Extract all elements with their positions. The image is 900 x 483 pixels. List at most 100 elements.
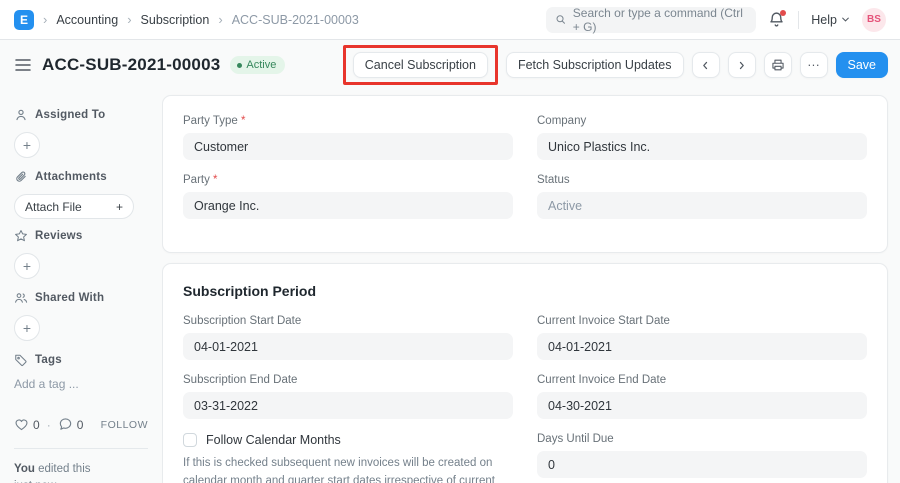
- annotation-highlight-box: Cancel Subscription: [343, 45, 498, 85]
- plus-icon: +: [23, 258, 31, 274]
- party-type-field: Party Type * Customer: [183, 115, 513, 160]
- company-label: Company: [537, 115, 867, 127]
- divider: [14, 448, 148, 449]
- assigned-to-section: Assigned To: [14, 108, 148, 122]
- plus-icon: +: [23, 320, 31, 336]
- search-placeholder: Search or type a command (Ctrl + G): [573, 6, 747, 34]
- status-field: Status Active: [537, 174, 867, 219]
- chevron-right-icon: [736, 60, 747, 71]
- details-card: Party Type * Customer Party * Orange Inc…: [162, 95, 888, 253]
- breadcrumb-accounting[interactable]: Accounting: [56, 13, 118, 27]
- help-menu[interactable]: Help: [811, 13, 850, 27]
- current-invoice-end-date-field: Current Invoice End Date 04-30-2021: [537, 374, 867, 419]
- attach-file-button[interactable]: Attach File +: [14, 194, 134, 219]
- chevron-right-icon: ›: [218, 12, 222, 27]
- social-row: 0 · 0 FOLLOW: [14, 417, 148, 432]
- party-type-label: Party Type *: [183, 115, 513, 127]
- follow-button[interactable]: FOLLOW: [101, 419, 148, 431]
- notifications-bell-icon[interactable]: [768, 11, 786, 29]
- current-invoice-start-date-field: Current Invoice Start Date 04-01-2021: [537, 315, 867, 360]
- status-input: Active: [537, 192, 867, 219]
- company-field: Company Unico Plastics Inc.: [537, 115, 867, 160]
- add-tag-input[interactable]: Add a tag ...: [14, 377, 148, 391]
- save-button[interactable]: Save: [836, 52, 889, 78]
- tag-icon: [14, 353, 28, 367]
- activity-action: edited this: [38, 463, 90, 475]
- party-input[interactable]: Orange Inc.: [183, 192, 513, 219]
- status-label: Status: [537, 174, 867, 186]
- breadcrumb-current: ACC-SUB-2021-00003: [232, 13, 359, 27]
- cancel-subscription-button[interactable]: Cancel Subscription: [353, 52, 488, 78]
- subscription-start-date-field: Subscription Start Date 04-01-2021: [183, 315, 513, 360]
- subscription-end-date-label: Subscription End Date: [183, 374, 513, 386]
- attach-file-label: Attach File: [25, 200, 82, 214]
- required-asterisk: *: [213, 174, 217, 186]
- page-head: ACC-SUB-2021-00003 Active Cancel Subscri…: [0, 40, 900, 90]
- print-button[interactable]: [764, 52, 792, 78]
- subscription-end-date-field: Subscription End Date 03-31-2022: [183, 374, 513, 419]
- section-title: Subscription Period: [183, 283, 867, 299]
- checkbox-icon: [183, 433, 197, 447]
- chevron-right-icon: ›: [43, 12, 47, 27]
- chevron-left-icon: [700, 60, 711, 71]
- dot-separator: ·: [47, 418, 51, 432]
- current-invoice-start-date-label: Current Invoice Start Date: [537, 315, 867, 327]
- navbar-right: Search or type a command (Ctrl + G) Help…: [546, 7, 886, 33]
- next-document-button[interactable]: [728, 52, 756, 78]
- subscription-end-date-input[interactable]: 03-31-2022: [183, 392, 513, 419]
- days-until-due-input[interactable]: 0: [537, 451, 867, 478]
- fetch-subscription-updates-button[interactable]: Fetch Subscription Updates: [506, 52, 684, 78]
- follow-calendar-months-checkbox[interactable]: Follow Calendar Months: [183, 433, 513, 447]
- company-input[interactable]: Unico Plastics Inc.: [537, 133, 867, 160]
- add-assignment-button[interactable]: +: [14, 132, 40, 158]
- subscription-start-date-input[interactable]: 04-01-2021: [183, 333, 513, 360]
- party-field: Party * Orange Inc.: [183, 174, 513, 219]
- ellipsis-icon: ···: [807, 58, 820, 72]
- current-invoice-start-date-input[interactable]: 04-01-2021: [537, 333, 867, 360]
- printer-icon: [771, 58, 785, 72]
- assigned-to-label: Assigned To: [35, 109, 105, 121]
- follow-calendar-months-label: Follow Calendar Months: [206, 433, 341, 447]
- add-share-button[interactable]: +: [14, 315, 40, 341]
- breadcrumb: E › Accounting › Subscription › ACC-SUB-…: [14, 10, 359, 30]
- search-icon: [555, 13, 567, 26]
- user-avatar[interactable]: BS: [862, 8, 886, 32]
- shared-with-label: Shared With: [35, 292, 104, 304]
- erpnext-logo-icon[interactable]: E: [14, 10, 34, 30]
- chevron-down-icon: [841, 15, 850, 24]
- notification-dot: [780, 10, 786, 16]
- required-asterisk: *: [241, 115, 245, 127]
- previous-document-button[interactable]: [692, 52, 720, 78]
- plus-icon: +: [23, 137, 31, 153]
- menu-ellipsis-button[interactable]: ···: [800, 52, 828, 78]
- activity-entry: You edited this just now: [14, 461, 148, 483]
- subscription-period-card: Subscription Period Subscription Start D…: [162, 263, 888, 483]
- heart-icon[interactable]: [14, 417, 29, 432]
- chevron-right-icon: ›: [127, 12, 131, 27]
- comments-count: 0: [77, 418, 84, 432]
- form-body: Party Type * Customer Party * Orange Inc…: [162, 90, 900, 483]
- party-label: Party *: [183, 174, 513, 186]
- add-review-button[interactable]: +: [14, 253, 40, 279]
- sidebar-toggle-icon[interactable]: [14, 58, 32, 72]
- content: Assigned To + Attachments Attach File + …: [0, 90, 900, 483]
- current-invoice-end-date-label: Current Invoice End Date: [537, 374, 867, 386]
- comment-icon[interactable]: [58, 417, 73, 432]
- current-invoice-end-date-input[interactable]: 04-30-2021: [537, 392, 867, 419]
- reviews-section: Reviews: [14, 229, 148, 243]
- form-sidebar: Assigned To + Attachments Attach File + …: [0, 90, 162, 483]
- attachments-label: Attachments: [35, 171, 107, 183]
- tags-section: Tags: [14, 353, 148, 367]
- app-window: E › Accounting › Subscription › ACC-SUB-…: [0, 0, 900, 483]
- party-type-input[interactable]: Customer: [183, 133, 513, 160]
- global-search-input[interactable]: Search or type a command (Ctrl + G): [546, 7, 756, 33]
- breadcrumb-subscription[interactable]: Subscription: [141, 13, 210, 27]
- users-icon: [14, 291, 28, 305]
- days-until-due-label: Days Until Due: [537, 433, 867, 445]
- days-until-due-field: Days Until Due 0: [537, 433, 867, 478]
- likes-count: 0: [33, 418, 40, 432]
- page-head-left: ACC-SUB-2021-00003 Active: [14, 55, 285, 75]
- plus-icon: +: [116, 200, 123, 214]
- navbar: E › Accounting › Subscription › ACC-SUB-…: [0, 0, 900, 40]
- status-dot-icon: [237, 63, 242, 68]
